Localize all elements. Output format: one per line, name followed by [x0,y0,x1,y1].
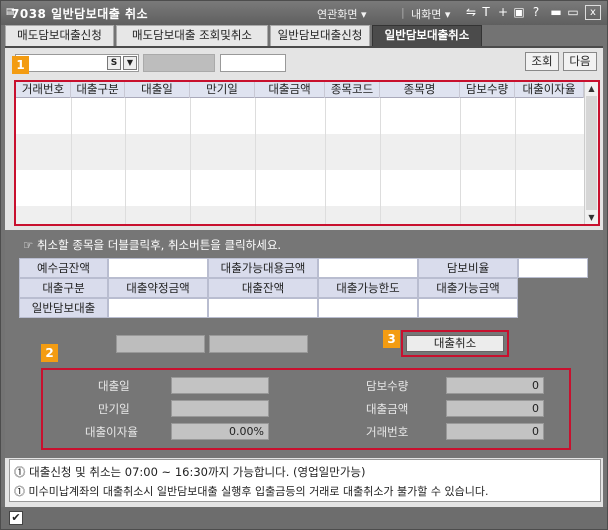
related-screens-menu[interactable]: 연관화면 ▾ [317,6,367,22]
column-header[interactable]: 종목명 [380,82,460,98]
close-icon[interactable]: x [585,5,601,20]
minimize-icon[interactable]: ▬ [549,5,563,19]
cancel-highlight: 대출취소 [401,330,509,357]
notice-box: ⓵ 대출신청 및 취소는 07:00 ~ 16:30까지 가능합니다. (영업일… [9,459,601,502]
status-bar: ✔ [1,507,607,529]
column-header[interactable]: 대출구분 [71,82,125,98]
selected-item-field [116,335,205,353]
password-field[interactable] [220,54,286,72]
badge-3: 3 [383,330,400,348]
collateral-qty-label: 담보수량 [366,379,409,393]
deposit-balance-label: 예수금잔액 [19,258,108,278]
column-header[interactable]: 담보수량 [460,82,515,98]
account-name-field [143,54,215,72]
loanable-amount-value [418,298,518,318]
badge-2: 2 [41,344,58,362]
next-button[interactable]: 다음 [563,52,597,71]
scroll-up-icon[interactable]: ▲ [585,82,598,95]
tab-sell-collateral-apply[interactable]: 매도담보대출신청 [5,25,114,46]
maximize-icon[interactable]: ▭ [566,5,580,19]
column-header[interactable]: 대출일 [125,82,190,98]
grid-row-band [16,98,584,134]
window-title: 7038 일반담보대출 취소 [11,7,149,21]
column-header[interactable]: 대출금액 [255,82,325,98]
loan-limit-label: 대출가능한도 [318,278,418,298]
column-divider [515,98,516,224]
font-size-icon[interactable]: T [479,5,493,19]
loan-type-label: 대출구분 [19,278,108,298]
column-divider [325,98,326,224]
loan-amount-label: 대출금액 [366,402,409,416]
grid-row-band [16,206,584,224]
column-header[interactable]: 종목코드 [325,82,380,98]
grid-row-band [16,134,584,170]
screen-link-icon[interactable]: ⇋ [464,5,478,19]
loan-cancel-button[interactable]: 대출취소 [406,335,504,352]
print-icon[interactable]: ▣ [512,5,526,19]
account-search-button[interactable]: S [107,56,121,70]
app-window: ▤ 7038 일반담보대출 취소 연관화면 ▾ | 내화면 ▾ ⇋ T + ▣ … [0,0,608,530]
selected-name-field [209,335,308,353]
my-screens-menu[interactable]: 내화면 ▾ [411,6,450,22]
account-combo[interactable]: S ▼ [15,54,139,72]
help-icon[interactable]: ? [529,5,543,19]
collateral-ratio-value [518,258,588,278]
notice-line-2: ⓵ 미수미납계좌의 대출취소시 일반담보대출 실행후 입출금등의 거래로 대출취… [14,485,489,498]
column-divider [460,98,461,224]
column-divider [190,98,191,224]
title-bar: ▤ 7038 일반담보대출 취소 연관화면 ▾ | 내화면 ▾ ⇋ T + ▣ … [1,1,607,25]
loan-detail-box: 대출일 만기일 대출이자율 0.00% 담보수량 0 대출금액 0 거래번호 0 [41,368,571,450]
loan-agreed-amount-label: 대출약정금액 [108,278,208,298]
loan-list-grid[interactable]: 거래번호 대출구분 대출일 만기일 대출금액 종목코드 종목명 담보수량 대출이… [14,80,600,226]
column-divider [71,98,72,224]
loan-agreed-amount-value [108,298,208,318]
maturity-field [171,400,269,417]
column-header[interactable]: 거래번호 [16,82,71,98]
loan-amount-field: 0 [446,400,544,417]
interest-rate-label: 대출이자율 [85,425,138,439]
maturity-label: 만기일 [98,402,130,416]
trade-number-field: 0 [446,423,544,440]
collateral-ratio-label: 담보비율 [418,258,518,278]
column-header[interactable]: 만기일 [190,82,255,98]
instruction-text: ☞ 취소할 종목을 더블클릭후, 취소버튼을 클릭하세요. [23,238,282,252]
notice-line-1: ⓵ 대출신청 및 취소는 07:00 ~ 16:30까지 가능합니다. (영업일… [14,465,366,479]
tab-sell-collateral-inquiry-cancel[interactable]: 매도담보대출 조회및취소 [116,25,268,46]
loan-date-field [171,377,269,394]
general-collateral-loan-label: 일반담보대출 [19,298,108,318]
loan-balance-label: 대출잔액 [208,278,318,298]
collateral-qty-field: 0 [446,377,544,394]
check-icon[interactable]: ✔ [9,511,23,525]
loan-date-label: 대출일 [98,379,130,393]
grid-header: 거래번호 대출구분 대출일 만기일 대출금액 종목코드 종목명 담보수량 대출이… [16,82,584,98]
column-divider [380,98,381,224]
interest-rate-field: 0.00% [171,423,269,440]
deposit-balance-value [108,258,208,278]
tab-bar: 매도담보대출신청 매도담보대출 조회및취소 일반담보대출신청 일반담보대출취소 [5,25,605,47]
chevron-down-icon[interactable]: ▼ [123,56,137,70]
loanable-collateral-value [318,258,418,278]
scroll-down-icon[interactable]: ▼ [585,211,598,224]
column-divider [125,98,126,224]
grid-row-band [16,170,584,206]
loan-balance-value [208,298,318,318]
tab-general-collateral-apply[interactable]: 일반담보대출신청 [270,25,370,46]
loanable-collateral-label: 대출가능대용금액 [208,258,318,278]
grid-scrollbar[interactable]: ▲ ▼ [584,82,598,224]
search-button[interactable]: 조회 [525,52,559,71]
add-screen-icon[interactable]: + [496,5,510,19]
loan-limit-value [318,298,418,318]
column-divider [255,98,256,224]
column-header[interactable]: 대출이자율 [515,82,584,98]
tab-general-collateral-cancel[interactable]: 일반담보대출취소 [372,25,482,46]
trade-number-label: 거래번호 [366,425,409,439]
badge-1: 1 [12,56,29,74]
divider: | [401,6,405,19]
scroll-thumb[interactable] [586,96,597,210]
loanable-amount-label: 대출가능금액 [418,278,518,298]
